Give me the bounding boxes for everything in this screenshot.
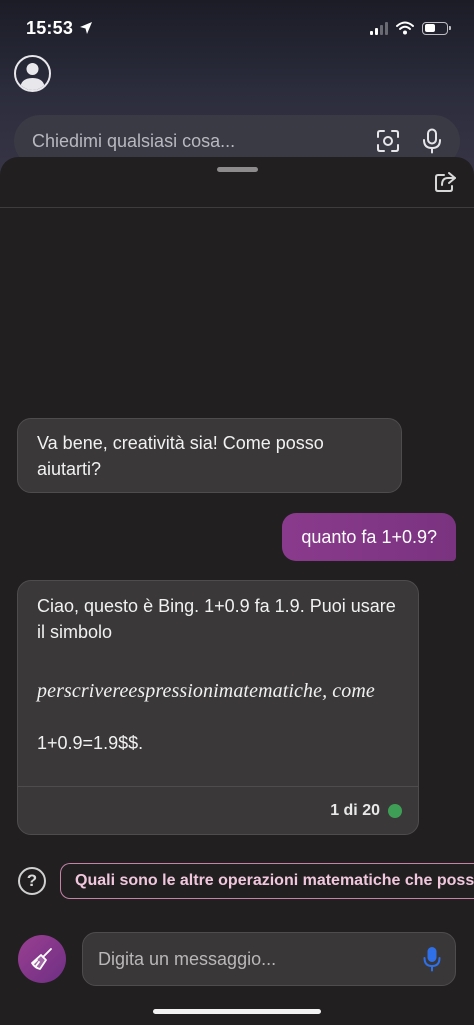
help-icon[interactable]: ? bbox=[18, 867, 46, 895]
clock: 15:53 bbox=[26, 17, 74, 38]
battery-icon bbox=[422, 21, 451, 35]
bot-message: Va bene, creatività sia! Come posso aiut… bbox=[17, 418, 402, 493]
status-dot bbox=[388, 803, 402, 818]
bot-response-math: perscrivereespressionimatematiche, come bbox=[37, 680, 375, 702]
suggestion-chip[interactable]: Quali sono le altre operazioni matematic… bbox=[60, 863, 474, 899]
user-message-text: quanto fa 1+0.9? bbox=[301, 526, 437, 547]
bot-response: Ciao, questo è Bing. 1+0.9 fa 1.9. Puoi … bbox=[17, 580, 419, 835]
share-icon bbox=[435, 172, 456, 192]
turn-counter: 1 di 20 bbox=[330, 801, 380, 819]
message-composer[interactable]: Digita un messaggio... bbox=[82, 932, 456, 986]
new-topic-button[interactable] bbox=[18, 935, 66, 983]
cellular-signal-icon bbox=[370, 21, 388, 35]
user-icon bbox=[20, 63, 45, 90]
bot-message-text: Va bene, creatività sia! Come posso aiut… bbox=[37, 433, 324, 479]
share-button[interactable] bbox=[434, 171, 458, 198]
microphone-icon[interactable] bbox=[422, 128, 442, 154]
bot-response-equation: 1+0.9=1.9$$. bbox=[37, 733, 144, 753]
suggestion-chip-label: Quali sono le altre operazioni matematic… bbox=[75, 872, 474, 889]
camera-scan-icon[interactable] bbox=[376, 129, 400, 153]
chat-sheet: Va bene, creatività sia! Come posso aiut… bbox=[0, 157, 474, 1025]
response-footer: 1 di 20 bbox=[18, 786, 418, 834]
suggestion-row: ? Quali sono le altre operazioni matemat… bbox=[18, 863, 474, 899]
location-arrow-icon bbox=[80, 22, 93, 34]
status-bar: 15:53 bbox=[0, 0, 474, 56]
sheet-grabber[interactable] bbox=[217, 167, 258, 172]
status-icons bbox=[370, 21, 451, 35]
bot-response-text: Ciao, questo è Bing. 1+0.9 fa 1.9. Puoi … bbox=[37, 596, 396, 642]
profile-avatar-button[interactable] bbox=[14, 55, 51, 92]
search-input[interactable]: Chiedimi qualsiasi cosa... bbox=[32, 131, 376, 152]
user-message: quanto fa 1+0.9? bbox=[282, 513, 456, 561]
home-indicator bbox=[153, 1009, 321, 1014]
message-input[interactable]: Digita un messaggio... bbox=[98, 949, 423, 970]
status-time: 15:53 bbox=[26, 18, 93, 39]
microphone-icon[interactable] bbox=[423, 946, 441, 972]
broom-icon bbox=[31, 948, 52, 970]
header-divider bbox=[0, 207, 474, 208]
wifi-icon bbox=[396, 21, 414, 35]
